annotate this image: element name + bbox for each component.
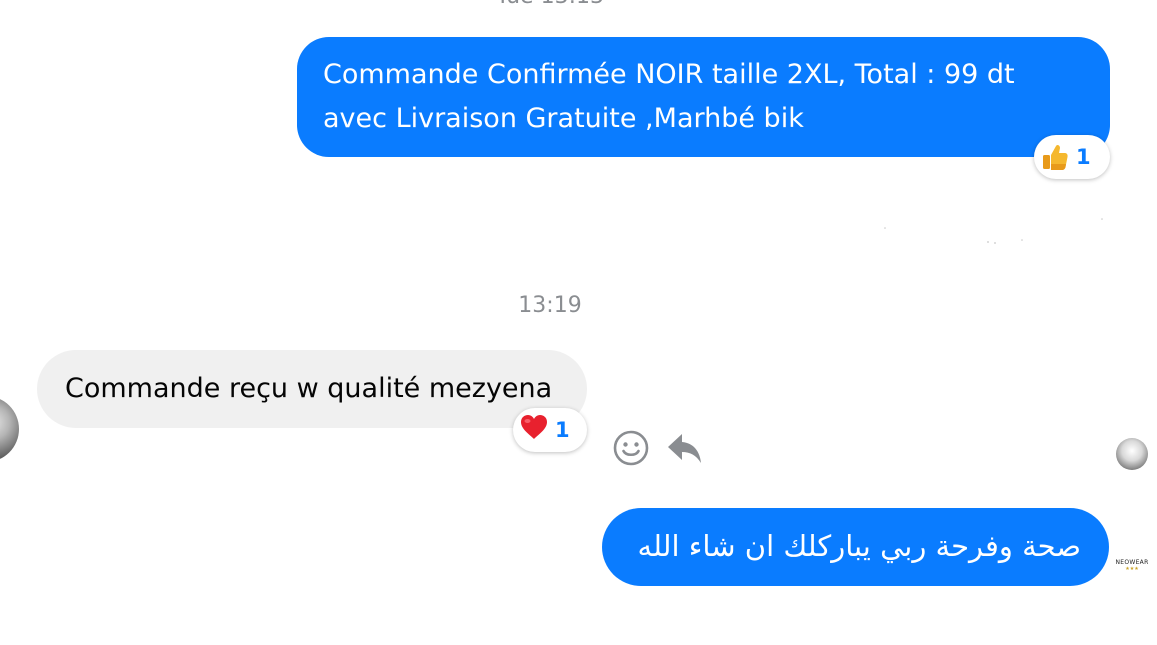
thumbs-up-icon <box>1040 142 1070 172</box>
incoming-message[interactable]: Commande reçu w qualité mezyena <box>37 350 587 428</box>
contact-avatar[interactable] <box>0 396 19 462</box>
reply-icon[interactable] <box>666 429 704 467</box>
seen-avatar <box>1116 438 1148 470</box>
message-text: صحة وفرحة ربي يباركلك ان شاء الله <box>637 529 1081 563</box>
outgoing-message-arabic[interactable]: صحة وفرحة ربي يباركلك ان شاء الله <box>602 508 1109 586</box>
logo-text: NEOWEAR <box>1115 558 1149 566</box>
message-text: Commande reçu w qualité mezyena <box>65 373 553 404</box>
sender-logo-avatar: NEOWEAR ★★★ <box>1115 553 1149 577</box>
logo-stars-icon: ★★★ <box>1125 565 1139 572</box>
message-line: avec Livraison Gratuite ,Marhbé bik <box>323 103 804 134</box>
timestamp-top: Tue 13:13 <box>0 0 1100 9</box>
typing-artifact <box>884 218 1103 244</box>
heart-icon <box>519 412 549 448</box>
reaction-count: 1 <box>555 418 570 442</box>
message-line: Commande Confirmée NOIR taille 2XL, Tota… <box>323 59 1015 90</box>
outgoing-message-order-confirmation[interactable]: Commande Confirmée NOIR taille 2XL, Tota… <box>297 37 1110 157</box>
react-icon[interactable] <box>612 429 650 467</box>
reaction-badge-thumbs-up[interactable]: 1 <box>1034 135 1110 179</box>
message-actions <box>612 428 704 468</box>
reaction-badge-heart[interactable]: 1 <box>513 408 587 452</box>
timestamp-separator: 13:19 <box>518 293 582 318</box>
reaction-count: 1 <box>1076 145 1091 169</box>
